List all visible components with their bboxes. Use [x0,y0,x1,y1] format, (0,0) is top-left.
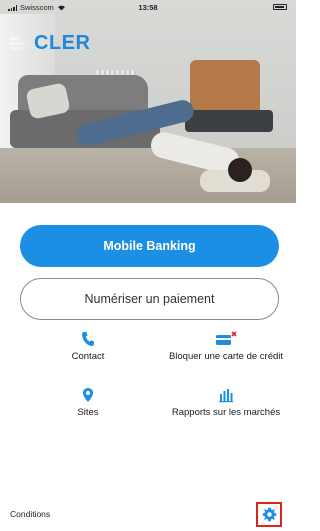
contact-shortcut[interactable]: Contact [18,330,158,363]
gear-icon [262,507,276,522]
block-card-label: Bloquer une carte de crédit [168,351,284,362]
sites-shortcut[interactable]: Sites [18,386,158,419]
status-bar: Swisscom 13:58 [0,0,296,14]
mobile-banking-button[interactable]: Mobile Banking [20,225,279,267]
contact-label: Contact [71,351,105,362]
hero-image [0,0,296,203]
market-reports-shortcut[interactable]: Rapports sur les marchés [156,386,296,419]
brand-logo: Bank Banque Banca CLER [10,32,90,55]
conditions-link[interactable]: Conditions [10,509,50,519]
location-pin-icon [83,388,93,402]
armchair-seat [185,110,273,132]
market-reports-label: Rapports sur les marchés [171,407,281,418]
phone-icon [82,332,94,346]
brand-small-text: Bank Banque Banca [10,36,26,51]
scan-payment-button[interactable]: Numériser un paiement [20,278,279,320]
sites-label: Sites [77,407,99,418]
settings-button[interactable] [256,502,282,527]
battery-icon [273,4,287,10]
status-time: 13:58 [138,3,158,12]
bar-chart-icon [219,389,233,403]
brand-name: CLER [34,32,91,54]
credit-card-block-icon [216,331,237,345]
block-card-shortcut[interactable]: Bloquer une carte de crédit [156,330,296,363]
person-head [228,158,252,182]
